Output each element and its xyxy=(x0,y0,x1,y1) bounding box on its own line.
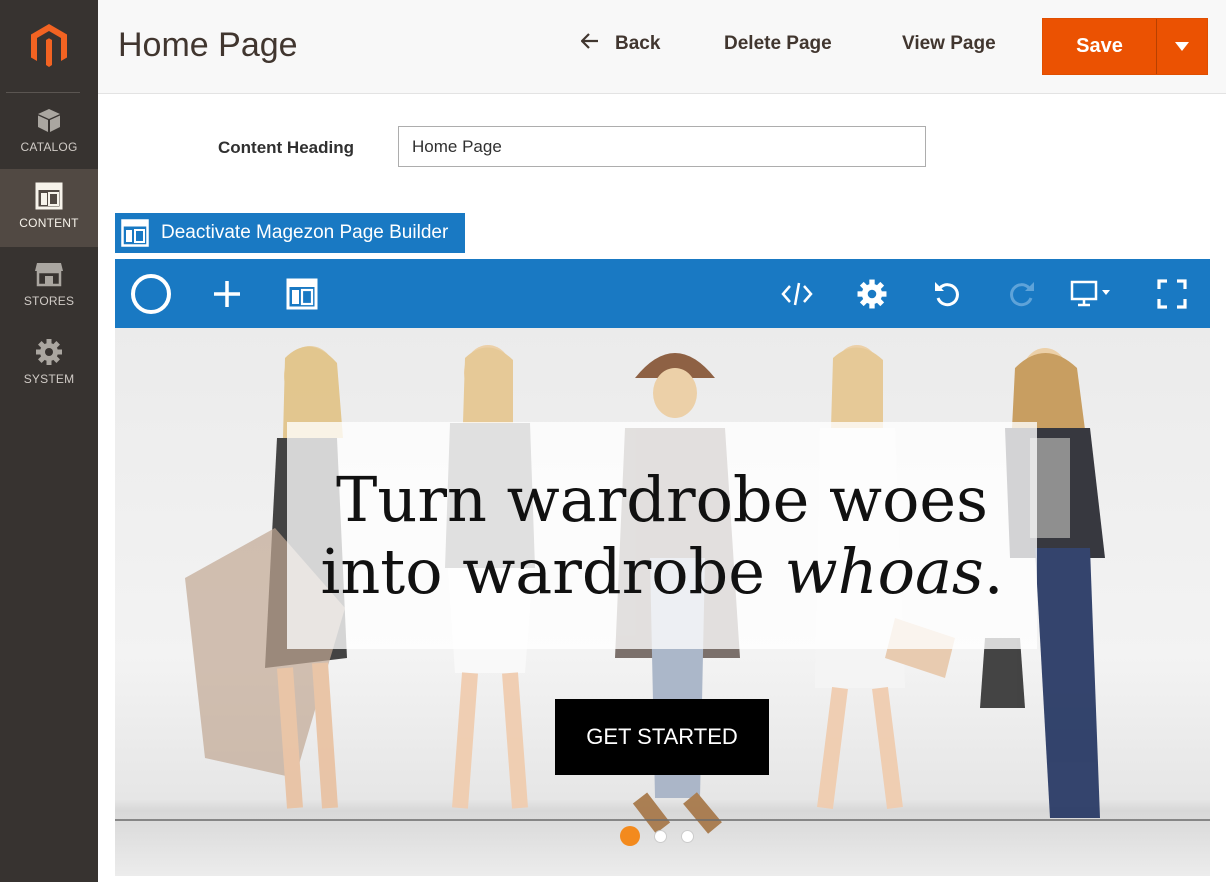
content-heading-label: Content Heading xyxy=(218,138,354,157)
sidebar-item-stores[interactable]: STORES xyxy=(0,247,98,325)
undo-icon xyxy=(935,282,959,307)
magezon-logo-icon xyxy=(131,274,171,314)
redo-icon xyxy=(1010,282,1034,307)
templates-button[interactable] xyxy=(281,273,323,315)
sidebar-item-system[interactable]: SYSTEM xyxy=(0,325,98,403)
plus-icon xyxy=(214,281,240,307)
sidebar-item-label: STORES xyxy=(23,294,75,308)
back-button[interactable]: Back xyxy=(580,33,661,55)
sidebar-item-label: SYSTEM xyxy=(23,372,75,386)
code-button[interactable] xyxy=(776,273,818,315)
caret-down-icon xyxy=(1175,42,1189,51)
fullscreen-icon xyxy=(1157,279,1187,309)
sidebar-item-catalog[interactable]: CATALOG xyxy=(0,93,98,171)
hero-headline-line2: into wardrobe whoas. xyxy=(320,535,1004,608)
get-started-button[interactable]: GET STARTED xyxy=(555,699,769,775)
sidebar-item-label: CATALOG xyxy=(20,140,78,154)
page-title: Home Page xyxy=(118,26,298,64)
settings-button[interactable] xyxy=(851,273,893,315)
slider-dot-3[interactable] xyxy=(681,829,694,843)
desktop-icon xyxy=(1070,280,1110,307)
deactivate-label: Deactivate Magezon Page Builder xyxy=(161,222,449,243)
page-builder-toolbar xyxy=(115,259,1210,328)
add-element-button[interactable] xyxy=(206,273,248,315)
gear-icon xyxy=(857,279,887,309)
app-root: CATALOG CONTENT STORES SYSTEM Home Page … xyxy=(0,0,1226,882)
cube-icon xyxy=(34,105,64,135)
store-icon xyxy=(34,259,64,289)
code-icon xyxy=(781,282,813,306)
undo-button[interactable] xyxy=(926,273,968,315)
magento-logo[interactable] xyxy=(0,0,98,92)
layout-icon xyxy=(286,278,318,310)
admin-sidebar: CATALOG CONTENT STORES SYSTEM xyxy=(0,0,98,882)
magezon-logo-button[interactable] xyxy=(130,273,172,315)
magento-logo-icon xyxy=(31,24,67,67)
hero-slider: Turn wardrobe woes into wardrobe whoas. … xyxy=(115,328,1210,876)
device-preview-dropdown[interactable] xyxy=(1067,273,1117,315)
arrow-left-icon xyxy=(580,33,599,55)
gear-icon xyxy=(34,337,64,367)
save-button[interactable]: Save xyxy=(1043,19,1156,74)
delete-page-button[interactable]: Delete Page xyxy=(724,33,832,55)
hero-headline-line1: Turn wardrobe woes xyxy=(336,463,988,536)
save-options-toggle[interactable] xyxy=(1157,19,1207,74)
hero-headline-emphasis: whoas xyxy=(784,535,984,608)
content-heading-input[interactable] xyxy=(398,126,926,167)
slider-pagination xyxy=(620,826,694,846)
sidebar-item-label: CONTENT xyxy=(19,216,79,230)
fullscreen-button[interactable] xyxy=(1151,273,1193,315)
layout-icon xyxy=(121,219,149,247)
page-header: Home Page Back Delete Page View Page Sav… xyxy=(98,0,1226,94)
view-page-button[interactable]: View Page xyxy=(902,33,996,55)
sidebar-item-content[interactable]: CONTENT xyxy=(0,169,98,247)
save-split-button: Save xyxy=(1042,18,1208,75)
redo-button[interactable] xyxy=(1001,273,1043,315)
deactivate-page-builder-button[interactable]: Deactivate Magezon Page Builder xyxy=(115,213,465,253)
layout-icon xyxy=(34,181,64,211)
back-label: Back xyxy=(615,33,661,54)
slider-dot-2[interactable] xyxy=(654,829,667,843)
hero-headline: Turn wardrobe woes into wardrobe whoas. xyxy=(287,464,1037,608)
slider-dot-1[interactable] xyxy=(620,826,640,846)
